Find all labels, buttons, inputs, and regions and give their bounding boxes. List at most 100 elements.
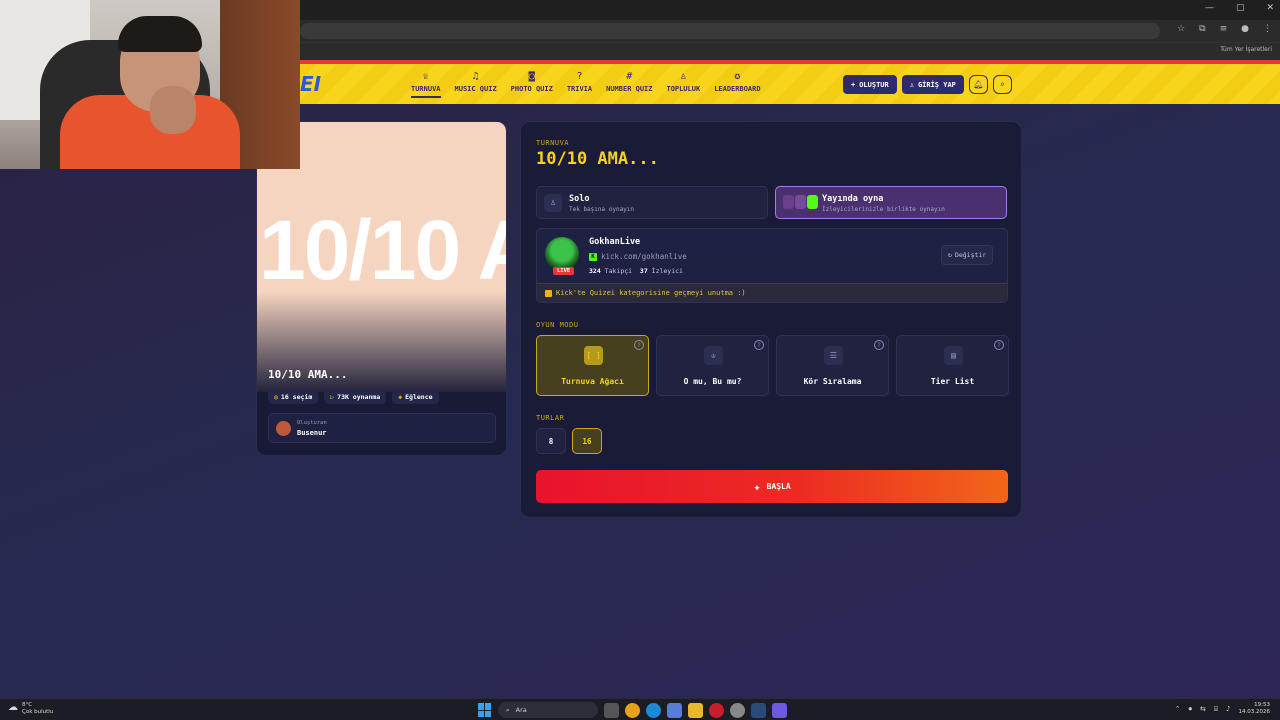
url-field[interactable] (300, 23, 1160, 39)
live-option[interactable]: Yayında oyna İzleyicilerinizle birlikte … (775, 186, 1007, 219)
mic-icon[interactable]: ⏺ (1188, 705, 1192, 714)
tournament-card: 10/10 AMA... 10/10 AMA... ◎ 16 seçim ▷ 7… (256, 121, 507, 456)
nav-item-music-quiz[interactable]: ♫ MUSIC QUIZ (448, 70, 504, 98)
solo-option[interactable]: ♙ Solo Tek başına oynayın (536, 186, 768, 219)
nav-item-trivia[interactable]: ? TRIVIA (560, 70, 599, 98)
round-option-8[interactable]: 8 (536, 428, 566, 454)
extensions-icon[interactable]: ⧉ (1199, 24, 1205, 34)
create-label: OLUŞTUR (859, 80, 889, 89)
weather-temp: 8°C (22, 702, 33, 708)
help-icon[interactable]: ? (994, 340, 1004, 350)
weather-widget[interactable]: ☁ 8°C Çok bulutlu (8, 702, 53, 716)
live-title: Yayında oyna (822, 194, 884, 204)
kick-note-text: Kick'te Quizei kategorisine geçmeyi unut… (556, 289, 746, 297)
folder-icon[interactable] (688, 702, 703, 718)
followers-label: Takipçi (604, 267, 633, 275)
streamer-stats: 324 Takipçi 37 İzleyici (589, 267, 683, 275)
nav-item-number-quiz[interactable]: # NUMBER QUIZ (599, 70, 659, 98)
mode-tier-list[interactable]: ▤ ? Tier List (896, 335, 1009, 396)
windows-start-icon[interactable] (478, 703, 492, 717)
nav-item-photo-quiz[interactable]: ◙ PHOTO QUIZ (504, 70, 560, 98)
window-controls: — ▢ ✕ (1205, 3, 1274, 13)
camera-icon: ◙ (528, 71, 535, 82)
language-icon[interactable]: ⇆ (1200, 705, 1206, 713)
copilot-icon[interactable] (667, 702, 682, 718)
stat-plays-text: 73K oynanma (337, 393, 381, 401)
webcam-overlay (0, 0, 300, 169)
kick-icon (545, 289, 552, 297)
profile-icon[interactable]: ● (1241, 24, 1249, 34)
nav-item-label: TURNUVA (411, 85, 441, 98)
tag-icon: ◈ (398, 393, 403, 401)
create-button[interactable]: + OLUŞTUR (843, 75, 897, 94)
live-badge: LIVE (553, 267, 575, 275)
minimize-icon[interactable]: — (1205, 3, 1214, 13)
site-logo[interactable]: EI (300, 72, 321, 96)
taskbar-search[interactable]: ⌕ Ara (498, 702, 598, 718)
hash-icon: # (626, 71, 633, 82)
menu-icon[interactable]: ⋮ (1263, 24, 1272, 34)
mode-label-text: Tier List (930, 377, 975, 386)
kick-note: Kick'te Quizei kategorisine geçmeyi unut… (537, 283, 1007, 302)
question-icon: ? (576, 71, 583, 82)
cloud-icon: ☁ (8, 702, 18, 713)
cover-text: 10/10 AMA... (259, 203, 506, 297)
app-gear-icon[interactable] (730, 702, 745, 718)
clock[interactable]: 19:53 14.03.2026 (1239, 702, 1271, 716)
change-button[interactable]: ↻ Değiştir (941, 245, 994, 265)
rounds-label: TURLAR (536, 414, 565, 422)
nav-item-turnuva[interactable]: ♕ TURNUVA (404, 70, 448, 98)
maximize-icon[interactable]: ▢ (1236, 3, 1245, 13)
discord-icon[interactable] (772, 702, 787, 718)
app-red-icon[interactable] (709, 702, 724, 718)
steam-icon[interactable] (751, 702, 766, 718)
help-icon[interactable]: ? (634, 340, 644, 350)
chrome-icon[interactable] (625, 702, 640, 718)
help-icon[interactable]: ? (754, 340, 764, 350)
media-icon[interactable]: ≡ (1220, 24, 1228, 34)
creator-box[interactable]: Oluşturan Busenur (268, 413, 496, 443)
task-view-icon[interactable] (604, 702, 619, 718)
sparkles-icon: ✦ (753, 479, 761, 494)
change-label: Değiştir (954, 251, 987, 259)
crown-icon: ♔ (704, 346, 723, 365)
taskbar-search-text: Ara (515, 706, 527, 714)
start-button[interactable]: ✦ BAŞLA (536, 470, 1008, 503)
edge-icon[interactable] (646, 702, 661, 718)
nav-item-leaderboard[interactable]: ✪ LEADERBOARD (707, 70, 767, 98)
mode-o-mu-bu-mu[interactable]: ♔ ? O mu, Bu mu? (656, 335, 769, 396)
solo-subtitle: Tek başına oynayın (569, 206, 635, 213)
mode-options: [ ] ? Turnuva Ağacı ♔ ? O mu, Bu mu? ☰ ?… (536, 335, 1009, 396)
user-icon: ♙ (909, 80, 914, 89)
list-order-icon: ☰ (824, 346, 843, 365)
all-bookmarks[interactable]: Tüm Yer İşaretleri (1220, 46, 1272, 53)
close-icon[interactable]: ✕ (1266, 3, 1274, 13)
users-icon: ♙ (680, 71, 687, 82)
round-option-16[interactable]: 16 (572, 428, 602, 454)
kick-icon: K (589, 252, 597, 261)
mode-label-text: Kör Sıralama (803, 377, 862, 386)
mode-label-text: O mu, Bu mu? (683, 377, 742, 386)
bell-icon: 🔔︎ (973, 80, 984, 89)
nav-item-topluluk[interactable]: ♙ TOPLULUK (659, 70, 707, 98)
search-button[interactable]: ⌕ (992, 75, 1012, 94)
creator-label: Oluşturan (297, 420, 327, 426)
play-icon: ▷ (330, 393, 335, 401)
stat-category[interactable]: ◈ Eğlence (392, 390, 439, 404)
youtube-icon (795, 195, 806, 209)
star-icon[interactable]: ☆ (1177, 24, 1185, 34)
card-stats: ◎ 16 seçim ▷ 73K oynanma ◈ Eğlence (268, 390, 439, 404)
nav-links: ♕ TURNUVA ♫ MUSIC QUIZ ◙ PHOTO QUIZ ? TR… (404, 70, 768, 98)
login-button[interactable]: ♙ GİRİŞ YAP (901, 75, 964, 94)
solo-title: Solo (569, 194, 590, 204)
chevron-up-icon[interactable]: ⌃ (1175, 705, 1181, 713)
notifications-button[interactable]: 🔔︎ (968, 75, 988, 94)
avatar (276, 421, 291, 436)
mode-kor-siralama[interactable]: ☰ ? Kör Sıralama (776, 335, 889, 396)
help-icon[interactable]: ? (874, 340, 884, 350)
volume-icon[interactable]: ♪ (1226, 705, 1230, 713)
streamer-url[interactable]: K kick.com/gokhanlive (589, 252, 687, 261)
mode-turnuva-agaci[interactable]: [ ] ? Turnuva Ağacı (536, 335, 649, 396)
nav-item-label: PHOTO QUIZ (510, 85, 553, 93)
network-icon[interactable]: ⌸ (1214, 705, 1218, 714)
